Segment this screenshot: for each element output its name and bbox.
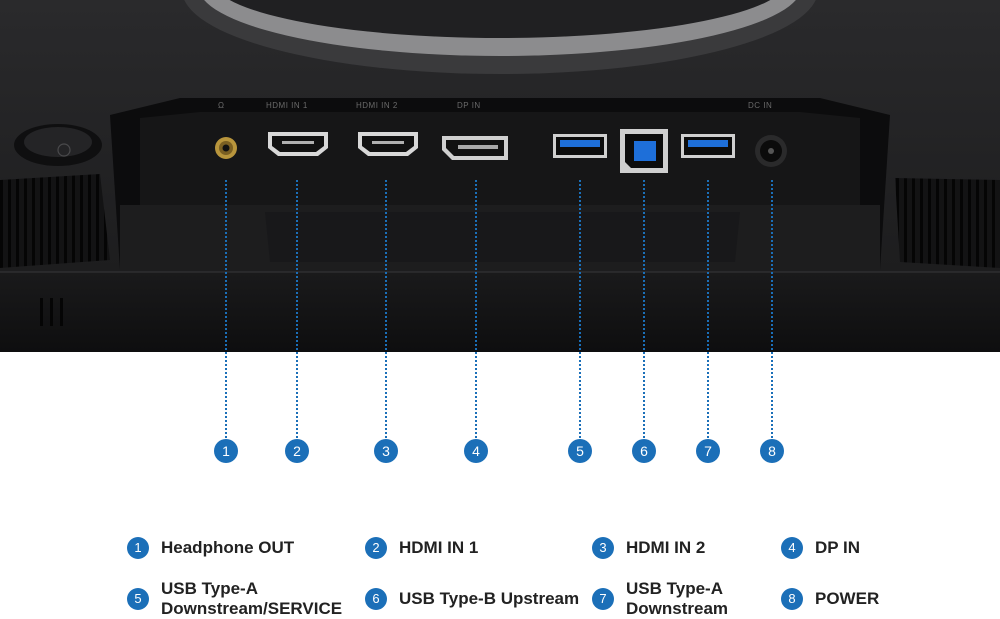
- legend-number: 8: [781, 588, 803, 610]
- monitor-rear-panel-photo: Ω HDMI IN 1 HDMI IN 2 DP IN DC IN: [0, 0, 1000, 352]
- svg-text:DC IN: DC IN: [748, 101, 772, 110]
- svg-text:Ω: Ω: [218, 101, 224, 110]
- legend-number: 2: [365, 537, 387, 559]
- callout-badge-6: 6: [632, 439, 656, 463]
- legend-label: USB Type-B Upstream: [399, 589, 580, 608]
- legend-label: DP IN: [815, 538, 861, 557]
- left-vents: [0, 174, 110, 268]
- headphone-jack-icon: [215, 137, 237, 159]
- legend-item-8: 8 POWER: [781, 588, 879, 610]
- leader-line-4: [475, 180, 477, 438]
- legend-item-5: 5 USB Type-A Downstream/SERVICE: [127, 579, 342, 619]
- legend-label: Headphone OUT: [161, 538, 295, 557]
- right-vents: [895, 178, 1000, 268]
- callout-badge-5: 5: [568, 439, 592, 463]
- leader-line-1: [225, 180, 227, 438]
- leader-line-8: [771, 180, 773, 438]
- power-input-icon: [755, 135, 787, 167]
- callout-badge-8: 8: [760, 439, 784, 463]
- legend-label: HDMI IN 1: [399, 538, 479, 557]
- legend-number: 6: [365, 588, 387, 610]
- callout-badge-4: 4: [464, 439, 488, 463]
- legend-item-7: 7 USB Type-A Downstream: [592, 579, 728, 619]
- legend-label: POWER: [815, 589, 880, 608]
- hdmi-port-icon: [358, 132, 418, 156]
- legend-number: 7: [592, 588, 614, 610]
- svg-text:DP IN: DP IN: [457, 101, 481, 110]
- legend-item-4: 4 DP IN: [781, 537, 860, 559]
- legend-item-3: 3 HDMI IN 2: [592, 537, 705, 559]
- legend-number: 1: [127, 537, 149, 559]
- power-button: [14, 124, 102, 166]
- leader-line-6: [643, 180, 645, 438]
- leader-line-5: [579, 180, 581, 438]
- legend-number: 5: [127, 588, 149, 610]
- leader-line-3: [385, 180, 387, 438]
- usb-a-port-icon: [553, 134, 607, 158]
- legend-number: 3: [592, 537, 614, 559]
- displayport-icon: [442, 136, 508, 160]
- legend-item-1: 1 Headphone OUT: [127, 537, 294, 559]
- usb-b-port-icon: [620, 129, 668, 173]
- legend-label: HDMI IN 2: [626, 538, 706, 557]
- callout-badge-3: 3: [374, 439, 398, 463]
- legend-label: USB Type-A Downstream: [626, 579, 729, 618]
- leader-line-7: [707, 180, 709, 438]
- callout-badge-7: 7: [696, 439, 720, 463]
- port-recess: [110, 98, 890, 270]
- svg-text:HDMI IN 2: HDMI IN 2: [356, 101, 398, 110]
- hdmi-port-icon: [268, 132, 328, 156]
- callout-badge-2: 2: [285, 439, 309, 463]
- callout-badge-1: 1: [214, 439, 238, 463]
- legend-number: 4: [781, 537, 803, 559]
- leader-line-2: [296, 180, 298, 438]
- legend-label: USB Type-A Downstream/SERVICE: [161, 579, 343, 618]
- svg-text:HDMI IN 1: HDMI IN 1: [266, 101, 308, 110]
- legend-item-6: 6 USB Type-B Upstream: [365, 588, 579, 610]
- usb-a-port-icon: [681, 134, 735, 158]
- legend-item-2: 2 HDMI IN 1: [365, 537, 478, 559]
